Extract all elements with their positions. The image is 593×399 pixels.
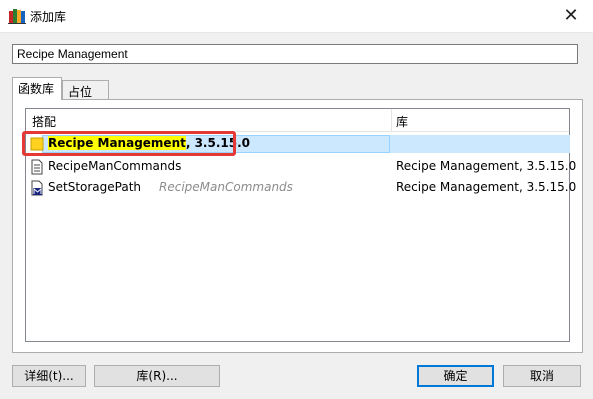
- close-icon[interactable]: ✕: [559, 5, 583, 27]
- tab-panel: 搭配 库 Recipe Management, 3.5.15.0 RecipeM…: [12, 99, 583, 353]
- item-library: Recipe Management, 3.5.15.0: [396, 159, 577, 173]
- search-input[interactable]: [12, 44, 578, 64]
- column-header-match[interactable]: 搭配: [32, 113, 56, 130]
- document-icon: [30, 159, 44, 175]
- ok-button[interactable]: 确定: [417, 365, 494, 387]
- item-namespace: RecipeManCommands: [159, 180, 293, 194]
- item-name-text: SetStoragePath: [48, 180, 142, 194]
- list-item[interactable]: SetStoragePath RecipeManCommands Recipe M…: [26, 177, 576, 197]
- item-library: Recipe Management, 3.5.15.0: [396, 180, 577, 194]
- method-icon: [30, 180, 44, 196]
- tab-placeholders[interactable]: 占位符: [62, 80, 109, 116]
- item-name: Recipe Management, 3.5.15.0: [48, 136, 250, 150]
- list-header: 搭配 库: [26, 109, 569, 132]
- cancel-button[interactable]: 取消: [503, 365, 581, 387]
- list-item[interactable]: Recipe Management, 3.5.15.0: [26, 133, 570, 153]
- column-divider[interactable]: [391, 109, 392, 131]
- title-bar: 添加库 ✕: [0, 0, 593, 33]
- results-list[interactable]: 搭配 库 Recipe Management, 3.5.15.0 RecipeM…: [25, 108, 576, 342]
- library-books-icon: [8, 8, 26, 24]
- tab-functions[interactable]: 函数库: [12, 77, 62, 100]
- details-button[interactable]: 详细(t)...: [12, 365, 86, 387]
- folder-icon: [30, 136, 44, 152]
- match-highlight: Recipe Management: [48, 136, 186, 150]
- window-title: 添加库: [30, 10, 67, 24]
- library-button[interactable]: 库(R)...: [94, 365, 220, 387]
- list-item[interactable]: RecipeManCommands Recipe Management, 3.5…: [26, 156, 576, 176]
- item-version: , 3.5.15.0: [185, 136, 251, 150]
- item-name: SetStoragePath RecipeManCommands: [48, 180, 293, 194]
- column-header-library[interactable]: 库: [396, 113, 408, 130]
- item-name: RecipeManCommands: [48, 159, 182, 173]
